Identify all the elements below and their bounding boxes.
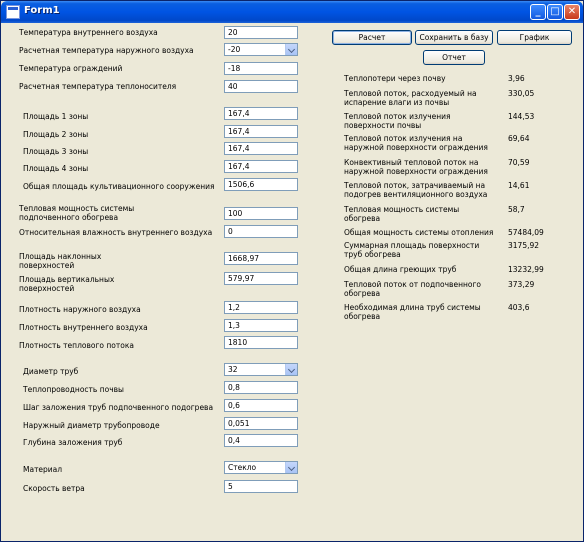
result-value: 3175,92 <box>508 241 540 250</box>
pipe-step-label: Шаг заложения труб подпочвенного подогре… <box>23 403 214 412</box>
outer-temp-value: -20 <box>228 45 241 54</box>
result-value: 330,05 <box>508 89 535 98</box>
inner-density-label: Плотность внутреннего воздуха <box>19 323 148 332</box>
close-button[interactable]: ✕ <box>564 4 580 20</box>
zone1-input[interactable]: 167,4 <box>224 107 298 120</box>
pipe-diameter-select[interactable]: 32 <box>224 363 298 376</box>
outer-density-label: Плотность наружного воздуха <box>19 305 141 314</box>
carrier-temp-input[interactable]: 40 <box>224 80 298 93</box>
material-select[interactable]: Стекло <box>224 461 298 474</box>
outer-pipe-diameter-input[interactable]: 0,051 <box>224 417 298 430</box>
zone4-label: Площадь 4 зоны <box>23 164 89 173</box>
soil-conductivity-label: Теплопроводность почвы <box>23 385 124 394</box>
result-label: Тепловой поток, расходуемый на испарение… <box>344 89 477 107</box>
humidity-input[interactable]: 0 <box>224 225 298 238</box>
result-value: 144,53 <box>508 112 535 121</box>
chart-button[interactable]: График <box>497 30 572 45</box>
result-value: 3,96 <box>508 74 525 83</box>
heat-power-input[interactable]: 100 <box>224 207 298 220</box>
result-value: 403,6 <box>508 303 530 312</box>
pipe-diameter-label: Диаметр труб <box>23 367 79 376</box>
chevron-down-icon[interactable] <box>285 364 297 375</box>
total-area-label: Общая площадь культивационного сооружени… <box>23 182 215 191</box>
result-label: Тепловая мощность системы обогрева <box>344 205 460 223</box>
result-label: Суммарная площадь поверхности труб обогр… <box>344 241 480 259</box>
outer-temp-label: Расчетная температура наружного воздуха <box>19 46 194 55</box>
inner-density-input[interactable]: 1,3 <box>224 319 298 332</box>
result-label: Конвективный тепловой поток на наружной … <box>344 158 488 176</box>
inclined-area-input[interactable]: 1668,97 <box>224 252 298 265</box>
inner-temp-input[interactable]: 20 <box>224 26 298 39</box>
heat-flux-density-input[interactable]: 1810 <box>224 336 298 349</box>
material-value: Стекло <box>228 463 257 472</box>
window-title: Form1 <box>24 5 60 16</box>
zone3-label: Площадь 3 зоны <box>23 147 89 156</box>
minimize-button[interactable]: _ <box>530 4 546 20</box>
pipe-depth-input[interactable]: 0,4 <box>224 434 298 447</box>
form-icon <box>6 5 20 19</box>
result-label: Общая длина греющих труб <box>344 265 457 274</box>
chevron-down-icon[interactable] <box>285 462 297 473</box>
result-value: 69,64 <box>508 134 530 143</box>
wind-speed-label: Скорость ветра <box>23 484 85 493</box>
total-area-input[interactable]: 1506,6 <box>224 178 298 191</box>
zone1-label: Площадь 1 зоны <box>23 112 89 121</box>
soil-conductivity-input[interactable]: 0,8 <box>224 381 298 394</box>
fence-temp-label: Температура ограждений <box>19 64 123 73</box>
maximize-button[interactable]: □ <box>547 4 563 20</box>
heat-flux-density-label: Плотность теплового потока <box>19 341 134 350</box>
heat-power-label: Тепловая мощность системы подпочвенного … <box>19 204 135 222</box>
outer-temp-select[interactable]: -20 <box>224 43 298 56</box>
result-value: 373,29 <box>508 280 535 289</box>
humidity-label: Относительная влажность внутреннего возд… <box>19 228 213 237</box>
result-value: 13232,99 <box>508 265 544 274</box>
result-label: Тепловой поток от подпочвенного обогрева <box>344 280 482 298</box>
inner-temp-label: Температура внутреннего воздуха <box>19 28 158 37</box>
zone2-input[interactable]: 167,4 <box>224 125 298 138</box>
title-bar[interactable]: Form1 _ □ ✕ <box>1 1 583 23</box>
result-label: Тепловой поток излучения поверхности поч… <box>344 112 451 130</box>
save-to-db-button[interactable]: Сохранить в базу <box>415 30 493 45</box>
zone2-label: Площадь 2 зоны <box>23 130 89 139</box>
result-label: Необходимая длина труб системы обогрева <box>344 303 481 321</box>
result-value: 58,7 <box>508 205 525 214</box>
pipe-diameter-value: 32 <box>228 365 238 374</box>
outer-density-input[interactable]: 1,2 <box>224 301 298 314</box>
wind-speed-input[interactable]: 5 <box>224 480 298 493</box>
inclined-area-label: Площадь наклонных поверхностей <box>19 252 102 270</box>
result-label: Общая мощность системы отопления <box>344 228 494 237</box>
calculate-button[interactable]: Расчет <box>332 30 412 45</box>
result-label: Тепловой поток излучения на наружной пов… <box>344 134 488 152</box>
carrier-temp-label: Расчетная температура теплоносителя <box>19 82 177 91</box>
result-value: 70,59 <box>508 158 530 167</box>
outer-pipe-diameter-label: Наружный диаметр трубопроводе <box>23 421 160 430</box>
result-value: 14,61 <box>508 181 530 190</box>
zone4-input[interactable]: 167,4 <box>224 160 298 173</box>
report-button[interactable]: Отчет <box>423 50 485 65</box>
vertical-area-input[interactable]: 579,97 <box>224 272 298 285</box>
pipe-step-input[interactable]: 0,6 <box>224 399 298 412</box>
pipe-depth-label: Глубина заложения труб <box>23 438 123 447</box>
zone3-input[interactable]: 167,4 <box>224 142 298 155</box>
material-label: Материал <box>23 465 63 474</box>
main-window: Form1 _ □ ✕ Температура внутреннего возд… <box>0 0 584 542</box>
result-label: Теплопотери через почву <box>344 74 446 83</box>
vertical-area-label: Площадь вертикальных поверхностей <box>19 275 115 293</box>
fence-temp-input[interactable]: -18 <box>224 62 298 75</box>
result-value: 57484,09 <box>508 228 544 237</box>
chevron-down-icon[interactable] <box>285 44 297 55</box>
result-label: Тепловой поток, затрачиваемый на подогре… <box>344 181 488 199</box>
